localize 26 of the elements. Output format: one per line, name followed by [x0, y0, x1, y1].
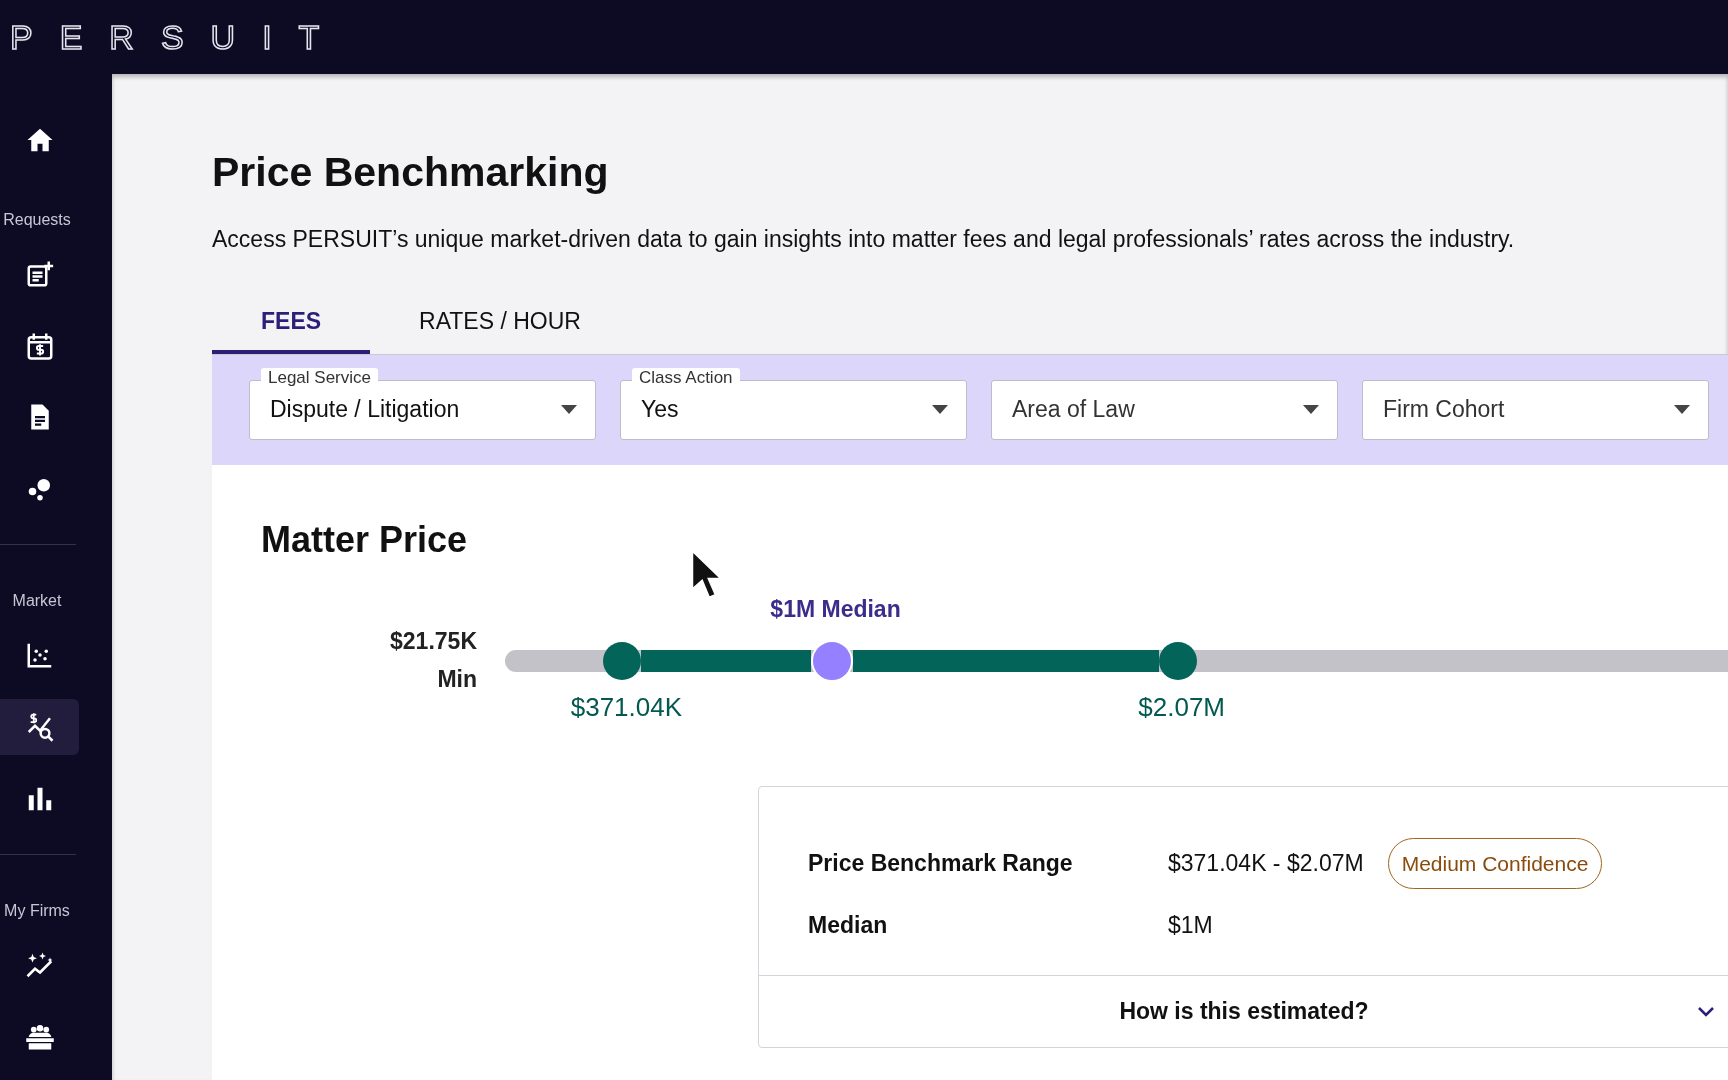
page-description: Access PERSUIT’s unique market-driven data to gain insights into matter fees and legal professionals’ rates across the industry. [212, 225, 1516, 254]
caret-icon [1303, 405, 1319, 414]
range-low-label: $371.04K [570, 690, 683, 724]
logo: PERSUIT [10, 20, 347, 54]
caret-icon [1674, 405, 1690, 414]
summary-label: Price Benchmark Range [808, 849, 1074, 879]
min-label: Min [437, 665, 477, 694]
accordion-toggle[interactable]: How is this estimated? [759, 974, 1728, 1047]
section-label: Market [11, 591, 63, 611]
nav-button[interactable] [0, 698, 79, 756]
summary-value: $371.04K - $2.07M [1168, 849, 1364, 879]
range-high-label: $2.07M [1138, 690, 1225, 724]
page-title: Price Benchmarking [212, 148, 610, 196]
summary-label: Median [808, 911, 889, 941]
summary-value: $1M [1168, 911, 1213, 941]
section-title: Matter Price [261, 517, 469, 562]
chevron-icon [1697, 1005, 1715, 1017]
caret-icon [932, 405, 948, 414]
tab[interactable]: RATES / HOUR [370, 293, 630, 354]
range-handle[interactable] [603, 641, 642, 680]
range-handle[interactable] [1158, 641, 1197, 680]
min-value: $21.75K [390, 626, 477, 656]
median-label: $1M Median [770, 594, 901, 624]
section-label: My Firms [3, 900, 71, 921]
caret-icon [561, 405, 577, 414]
section-label: Requests [2, 209, 72, 230]
